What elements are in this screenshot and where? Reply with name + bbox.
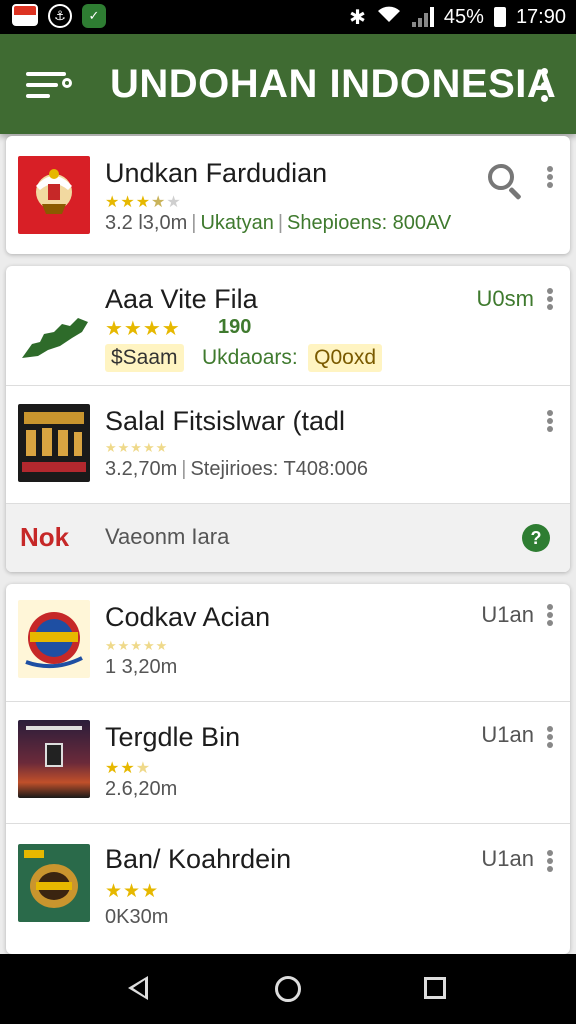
item-title[interactable]: Codkav Acian: [105, 602, 270, 633]
navigation-bar: [0, 954, 576, 1024]
info-label: Ukdaoars:: [202, 346, 298, 369]
shipping-info: Shepioens: 800AV: [287, 212, 452, 234]
menu-icon[interactable]: [26, 70, 74, 100]
list-item[interactable]: Codkav Acian ★★★★★ 1 3,20m U1an: [6, 584, 570, 702]
item-field: Ukatyan: [200, 212, 274, 234]
battery-percent: 45%: [443, 5, 484, 28]
rating-stars: ★★★★: [105, 318, 181, 340]
brand-badge: Nok: [20, 522, 70, 552]
rating-stars: ★★★★★: [105, 440, 169, 455]
item-menu-icon[interactable]: [546, 288, 554, 310]
item-size: 3.2 l3,0m: [105, 212, 188, 234]
item-size: 2.6,20m: [105, 778, 178, 800]
item-status: U1an: [481, 722, 534, 747]
item-status: U1an: [481, 846, 534, 871]
status-bar: ⚓ ✓ ✱ 45% 17:90: [0, 0, 576, 34]
more-options-icon[interactable]: [538, 68, 550, 102]
featured-card[interactable]: Undkan Fardudian ★★★★★ 3.2 l3,0m | Ukatyan…: [6, 136, 570, 254]
code-tag: Q0oxd: [308, 344, 383, 372]
list-item[interactable]: Ban/ Koahrdein ★★★ 0K30m U1an: [6, 824, 570, 954]
shield-icon: ✓: [82, 4, 106, 28]
item-menu-icon[interactable]: [546, 410, 554, 432]
item-meta: 3.2 l3,0m | Ukatyan | Shepioens: 800AV: [105, 212, 452, 234]
card-footer[interactable]: Nok Vaeonm Iara ?: [6, 504, 570, 572]
item-status: U1an: [481, 602, 534, 627]
rating-stars: ★★★★★: [105, 638, 169, 653]
poster-thumbnail: [18, 404, 90, 482]
listing-card: Aaa Vite Fila ★★★★ 190 $Saam Ukdaoars: Q…: [6, 266, 570, 572]
signal-icon: [411, 7, 434, 27]
item-size: 0K30m: [105, 906, 169, 928]
recents-icon[interactable]: [424, 977, 446, 999]
game-thumbnail: [18, 844, 90, 922]
list-item[interactable]: Aaa Vite Fila ★★★★ 190 $Saam Ukdaoars: Q…: [6, 266, 570, 386]
rating-stars: ★★★★★: [105, 194, 182, 211]
app-bar: UNDOHAN INDONESIA: [0, 34, 576, 134]
item-title[interactable]: Aaa Vite Fila: [105, 284, 258, 315]
item-status: U0sm: [476, 286, 534, 311]
item-title[interactable]: Undkan Fardudian: [105, 158, 327, 189]
map-thumbnail: [18, 288, 90, 366]
item-title[interactable]: Salal Fitsislwar (tadl: [105, 406, 345, 437]
results-card: Codkav Acian ★★★★★ 1 3,20m U1an Tergdle …: [6, 584, 570, 954]
bluetooth-icon: ✱: [349, 6, 366, 29]
logo-thumbnail: [18, 600, 90, 678]
battery-icon: [493, 7, 506, 27]
item-menu-icon[interactable]: [546, 850, 554, 872]
flag-icon: [12, 4, 38, 26]
emblem-thumbnail: [18, 156, 90, 234]
game-thumbnail: [18, 720, 90, 798]
app-title: UNDOHAN INDONESIA: [110, 62, 557, 106]
wifi-icon: [376, 4, 402, 30]
rating-stars: ★★★: [105, 881, 160, 902]
item-menu-icon[interactable]: [546, 604, 554, 626]
rating-stars: ★★★: [105, 760, 152, 777]
item-menu-icon[interactable]: [546, 166, 554, 188]
item-menu-icon[interactable]: [546, 726, 554, 748]
price-tag: $Saam: [105, 344, 184, 372]
list-item[interactable]: Tergdle Bin ★★★ 2.6,20m U1an: [6, 702, 570, 824]
rating-value: 190: [218, 316, 252, 338]
item-title[interactable]: Tergdle Bin: [105, 722, 240, 753]
help-icon[interactable]: ?: [522, 524, 550, 552]
item-title[interactable]: Ban/ Koahrdein: [105, 844, 291, 875]
footer-label: Vaeonm Iara: [105, 524, 230, 549]
item-size: 1 3,20m: [105, 656, 178, 678]
anchor-icon: ⚓: [48, 4, 72, 28]
shipping-info: Stejirioes: T408:006: [190, 458, 368, 480]
item-tags: $Saam Ukdaoars: Q0oxd: [105, 344, 383, 372]
clock: 17:90: [515, 5, 566, 28]
home-icon[interactable]: [275, 976, 301, 1002]
back-icon[interactable]: [128, 976, 148, 1000]
search-icon[interactable]: [486, 162, 522, 201]
item-size: 3.2,70m: [105, 458, 178, 480]
list-item[interactable]: Salal Fitsislwar (tadl ★★★★★ 3.2,70m | Ste…: [6, 386, 570, 504]
item-meta: 3.2,70m | Stejirioes: T408:006: [105, 458, 368, 480]
